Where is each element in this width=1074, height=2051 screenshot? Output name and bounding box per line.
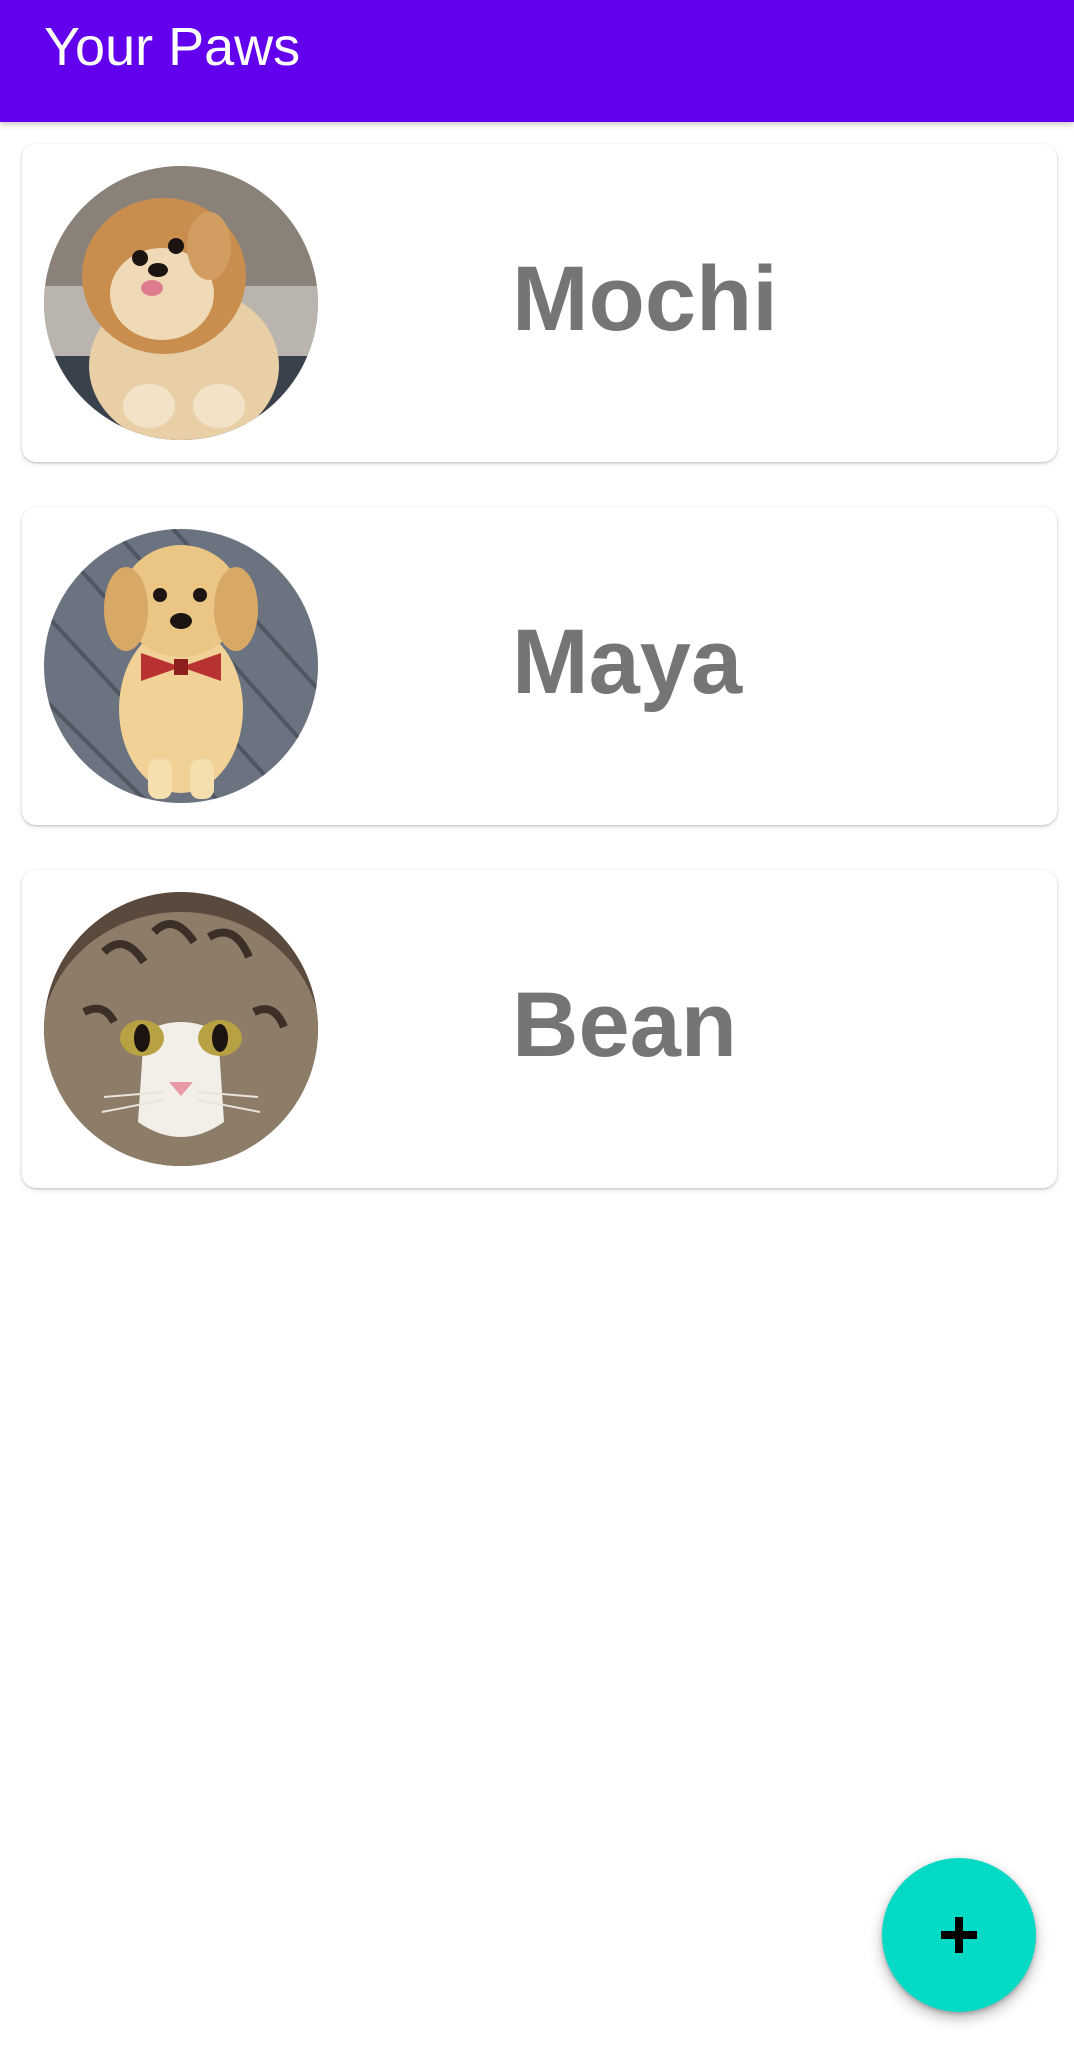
pet-name: Mochi (512, 248, 778, 350)
pet-card-bean[interactable]: Bean (22, 870, 1057, 1188)
pet-card-maya[interactable]: Maya (22, 507, 1057, 825)
app-title: Your Paws (44, 17, 301, 77)
pet-photo (44, 529, 318, 803)
pet-card-mochi[interactable]: Mochi (22, 144, 1057, 462)
pomeranian-dog-photo (44, 166, 318, 440)
golden-retriever-puppy-photo (44, 529, 318, 803)
tabby-cat-photo (44, 892, 318, 1166)
pet-name: Maya (512, 611, 743, 713)
plus-icon (941, 1917, 977, 1953)
pet-photo (44, 892, 318, 1166)
pet-photo (44, 166, 318, 440)
app-bar: Your Paws (0, 0, 1074, 122)
add-pet-button[interactable] (882, 1858, 1036, 2012)
pet-name: Bean (512, 974, 737, 1076)
